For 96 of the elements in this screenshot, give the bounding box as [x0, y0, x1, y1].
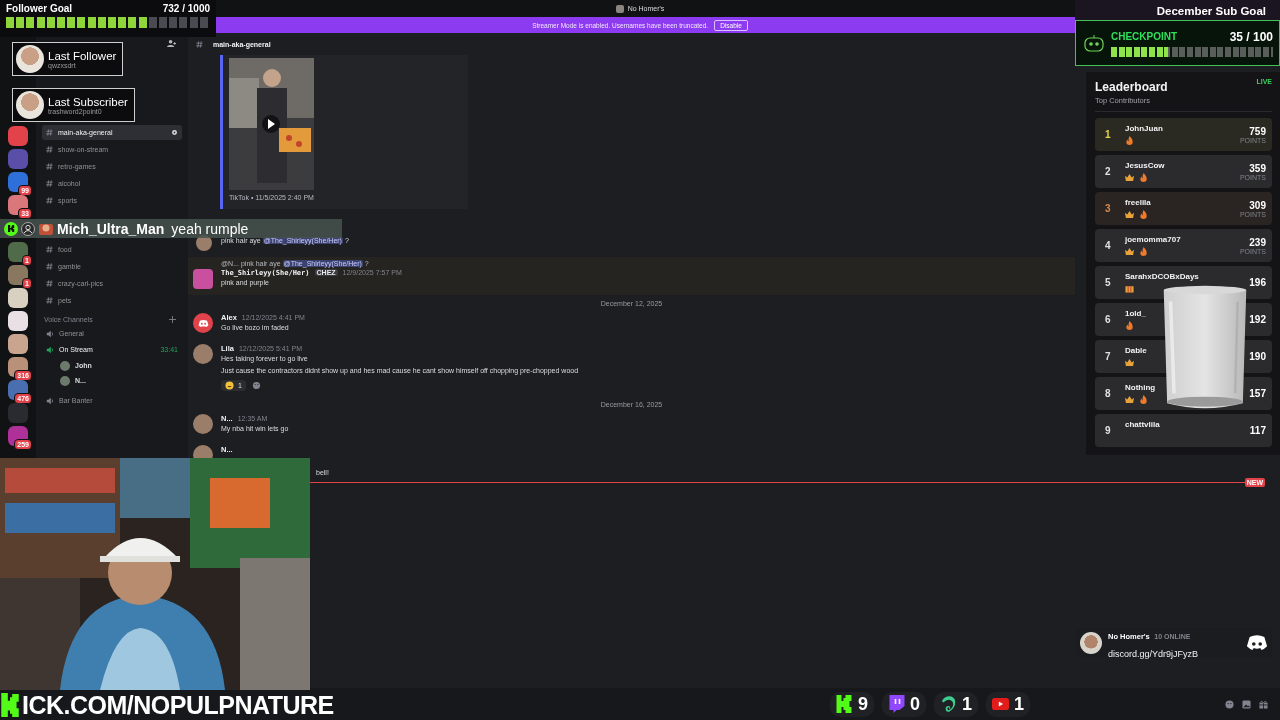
points-value: 117 — [1249, 425, 1266, 436]
chat-text: yeah rumple — [171, 220, 249, 237]
contributor-name: JohnJuan — [1125, 124, 1164, 133]
chat-username: Mich_Ultra_Man — [57, 220, 165, 237]
rank-number: 2 — [1105, 166, 1112, 177]
invite-link[interactable]: discord.gg/Ydr9jJFyzB — [1108, 649, 1199, 659]
hash-icon — [46, 246, 53, 253]
goal-title: December Sub Goal — [1075, 0, 1280, 20]
rank-number: 8 — [1105, 388, 1112, 399]
user-avatar — [60, 375, 70, 386]
crown-icon — [1125, 247, 1134, 256]
kick-icon — [835, 695, 853, 713]
speaker-icon — [46, 345, 54, 354]
add-member-icon[interactable] — [167, 39, 176, 48]
rank-number: 7 — [1105, 351, 1112, 362]
add-channel-icon[interactable] — [169, 316, 176, 323]
avatar-icon — [16, 91, 44, 119]
viewer-counter: 1 — [933, 691, 978, 717]
points-value: 759 — [1249, 125, 1266, 137]
youtube-icon — [992, 695, 1009, 713]
speaker-icon — [46, 396, 54, 405]
crown-icon — [1125, 173, 1134, 182]
goal-count: 732 / 1000 — [162, 3, 210, 14]
hash-icon — [196, 40, 203, 48]
card-title: Last Follower — [48, 49, 117, 62]
hash-icon — [46, 297, 53, 304]
viewer-counter: 1 — [986, 691, 1030, 717]
kick-icon — [0, 693, 20, 717]
points-value: 309 — [1249, 199, 1266, 211]
server-avatar — [1080, 632, 1102, 654]
checkpoint-label: CHECKPOINT — [1111, 31, 1178, 42]
image-icon[interactable] — [1242, 699, 1251, 709]
server-icon[interactable] — [8, 288, 28, 308]
hash-icon — [46, 129, 53, 136]
rank-number: 6 — [1105, 314, 1112, 325]
hash-icon — [46, 280, 53, 287]
goal-title: Follower Goal — [6, 3, 73, 14]
rank-number: 3 — [1105, 203, 1112, 214]
add-reaction-icon[interactable] — [251, 381, 261, 390]
goal-count: 35 / 100 — [1229, 29, 1273, 44]
flame-icon — [1139, 210, 1148, 219]
twitch-icon — [887, 695, 905, 713]
contributor-name: freelila — [1125, 198, 1152, 207]
leaderboard-title: Leaderboard — [1095, 80, 1168, 94]
hash-icon — [46, 163, 53, 170]
crown-icon — [1125, 358, 1134, 367]
points-value: 157 — [1249, 388, 1266, 399]
robot-icon — [1082, 33, 1106, 53]
rank-number: 5 — [1105, 277, 1112, 288]
contributor-name: Dable — [1125, 346, 1148, 355]
contributor-name: SarahxDCOBxDays — [1125, 272, 1200, 281]
server-icon[interactable] — [8, 334, 28, 354]
points-value: 196 — [1249, 277, 1266, 288]
viewer-counter: 9 — [829, 691, 874, 717]
speaker-icon — [46, 329, 54, 338]
viewer-counter: 0 — [881, 691, 926, 717]
server-icon — [615, 4, 624, 13]
flame-icon — [1125, 321, 1134, 330]
rank-number: 9 — [1105, 425, 1112, 436]
user-avatar — [60, 360, 70, 371]
crown-icon — [1125, 395, 1134, 404]
hash-icon — [46, 146, 53, 153]
user-icon — [21, 221, 35, 236]
avatar-icon — [16, 45, 44, 73]
stream-url: ICK.COM/NOPULPNATURE — [22, 690, 334, 720]
hash-icon — [46, 180, 53, 187]
gift-icon[interactable] — [1259, 699, 1268, 709]
rank-number: 4 — [1105, 240, 1112, 251]
contributor-name: chattvlila — [1125, 420, 1161, 429]
gift-icon — [1125, 284, 1134, 293]
contributor-name: Nothing — [1125, 383, 1157, 392]
chameleon-icon — [939, 695, 957, 713]
contributor-name: joemomma707 — [1125, 235, 1182, 244]
hash-icon — [46, 197, 53, 204]
laughing-emoji-icon — [225, 381, 234, 390]
kick-icon — [4, 221, 18, 236]
contributor-name: JesusCow — [1125, 161, 1166, 170]
points-value: 239 — [1249, 236, 1266, 248]
server-icon[interactable] — [8, 311, 28, 331]
contributor-name: 1old_ — [1125, 309, 1147, 318]
points-value: 359 — [1249, 162, 1266, 174]
flame-icon — [1139, 247, 1148, 256]
crown-icon — [1125, 210, 1134, 219]
flame-icon — [1139, 395, 1148, 404]
rank-number: 1 — [1105, 129, 1112, 140]
user-avatar — [193, 269, 213, 289]
settings-icon[interactable] — [171, 129, 178, 136]
emoji-icon[interactable] — [1225, 699, 1234, 709]
points-value: 192 — [1249, 314, 1266, 325]
points-value: 190 — [1249, 351, 1266, 362]
flame-icon — [1139, 173, 1148, 182]
flame-icon — [1125, 136, 1134, 145]
card-title: Last Subscriber — [48, 95, 128, 108]
hash-icon — [46, 263, 53, 270]
emote-icon — [38, 221, 54, 236]
discord-icon — [1246, 634, 1268, 652]
